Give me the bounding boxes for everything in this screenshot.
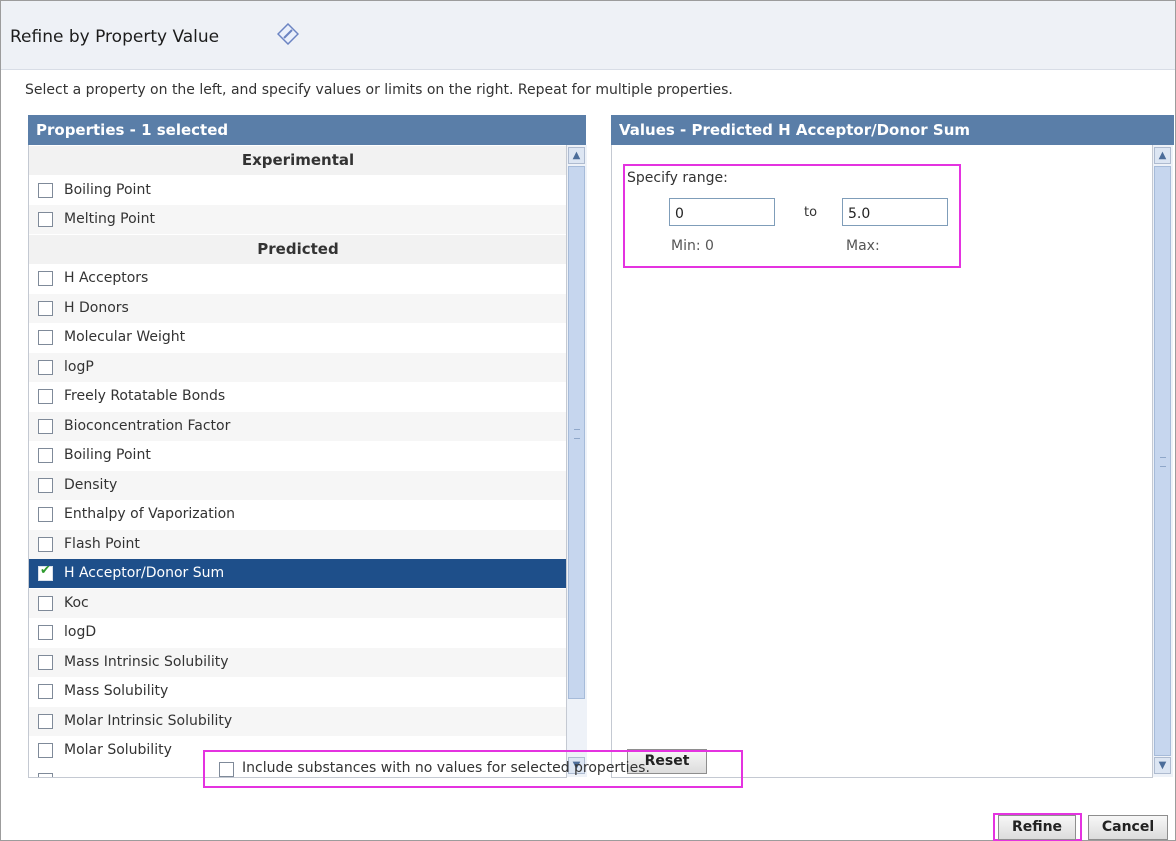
property-checkbox[interactable] (38, 743, 53, 758)
property-label: Molecular Weight (64, 329, 186, 345)
max-label: Max: (846, 238, 880, 254)
instructions-text: Select a property on the left, and speci… (25, 82, 733, 98)
property-checkbox[interactable] (38, 714, 53, 729)
property-label: Freely Rotatable Bonds (64, 388, 226, 404)
property-label: Koc (64, 595, 89, 611)
property-checkbox[interactable] (38, 507, 53, 522)
property-label: Mass Intrinsic Solubility (64, 654, 229, 670)
property-label: logP (64, 359, 94, 375)
scroll-up-button[interactable]: ▲ (568, 147, 585, 164)
property-checkbox[interactable] (38, 478, 53, 493)
property-label: Bioconcentration Factor (64, 418, 231, 434)
property-label: Flash Point (64, 536, 140, 552)
property-item[interactable]: Mass Solubility (29, 677, 567, 706)
property-checkbox[interactable] (38, 773, 53, 777)
property-checkbox[interactable] (38, 596, 53, 611)
property-item[interactable]: ✔ H Acceptor/Donor Sum (29, 559, 567, 588)
values-scroll-thumb[interactable] (1154, 166, 1171, 756)
group-header: Predicted (29, 235, 567, 264)
dialog-title: Refine by Property Value (10, 27, 220, 47)
property-checkbox[interactable] (38, 212, 53, 227)
property-checkbox[interactable] (38, 419, 53, 434)
values-header: Values - Predicted H Acceptor/Donor Sum (611, 115, 1174, 145)
property-checkbox[interactable] (38, 301, 53, 316)
properties-header: Properties - 1 selected (28, 115, 586, 145)
property-item[interactable]: Boiling Point (29, 176, 567, 205)
property-item[interactable]: Bioconcentration Factor (29, 412, 567, 441)
property-item[interactable]: H Acceptors (29, 264, 567, 293)
scroll-thumb[interactable] (568, 166, 585, 699)
range-title: Specify range: (627, 170, 728, 186)
property-label: Boiling Point (64, 182, 151, 198)
property-label: Boiling Point (64, 447, 151, 463)
property-item[interactable]: Density (29, 471, 567, 500)
property-item[interactable]: Freely Rotatable Bonds (29, 382, 567, 411)
property-checkbox[interactable] (38, 183, 53, 198)
checkmark-icon: ✔ (40, 563, 51, 578)
property-item[interactable]: Enthalpy of Vaporization (29, 500, 567, 529)
property-label: logD (64, 624, 97, 640)
include-empty-label: Include substances with no values for se… (242, 760, 650, 776)
include-empty-checkbox[interactable] (219, 762, 234, 777)
property-label: Melting Point (64, 211, 155, 227)
property-label: Mass Solubility (64, 683, 169, 699)
properties-scrollbar[interactable]: ▲ ▼ (566, 145, 587, 777)
property-item[interactable]: Molecular Weight (29, 323, 567, 352)
property-checkbox[interactable] (38, 537, 53, 552)
values-scroll-down-button[interactable]: ▼ (1154, 757, 1171, 774)
property-item[interactable]: H Donors (29, 294, 567, 323)
property-item[interactable]: Flash Point (29, 530, 567, 559)
to-label: to (804, 205, 818, 220)
refine-button[interactable]: Refine (998, 815, 1076, 840)
property-item[interactable]: logP (29, 353, 567, 382)
property-item[interactable]: Koc (29, 589, 567, 618)
property-label: Enthalpy of Vaporization (64, 506, 236, 522)
property-checkbox[interactable] (38, 655, 53, 670)
property-item[interactable]: Melting Point (29, 205, 567, 234)
dialog-titlebar: Refine by Property Value (1, 1, 1175, 70)
values-scroll-up-button[interactable]: ▲ (1154, 147, 1171, 164)
property-checkbox[interactable]: ✔ (38, 563, 53, 581)
property-checkbox[interactable] (38, 271, 53, 286)
property-item[interactable]: Mass Intrinsic Solubility (29, 648, 567, 677)
min-label: Min: 0 (671, 238, 714, 254)
properties-list: Experimental Boiling Point Melting Point Pr… (28, 145, 567, 778)
property-label: H Donors (64, 300, 129, 316)
max-value-input[interactable] (842, 198, 948, 226)
property-item[interactable]: logD (29, 618, 567, 647)
cancel-button[interactable]: Cancel (1088, 815, 1168, 840)
property-checkbox[interactable] (38, 448, 53, 463)
group-header: Experimental (29, 146, 567, 175)
property-item[interactable]: Molar Intrinsic Solubility (29, 707, 567, 736)
property-item[interactable]: Boiling Point (29, 441, 567, 470)
min-value-input[interactable] (669, 198, 775, 226)
property-checkbox[interactable] (38, 389, 53, 404)
property-label: Density (64, 477, 118, 493)
property-checkbox[interactable] (38, 684, 53, 699)
property-label: H Acceptors (64, 270, 149, 286)
property-label: H Acceptor/Donor Sum (64, 565, 225, 581)
property-checkbox[interactable] (38, 330, 53, 345)
property-checkbox[interactable] (38, 625, 53, 640)
values-scrollbar[interactable]: ▲ ▼ (1152, 145, 1173, 777)
property-label: Molar Intrinsic Solubility (64, 713, 233, 729)
property-checkbox[interactable] (38, 360, 53, 375)
help-diamond-icon[interactable] (277, 23, 299, 45)
property-label: Molar Solubility (64, 742, 172, 758)
